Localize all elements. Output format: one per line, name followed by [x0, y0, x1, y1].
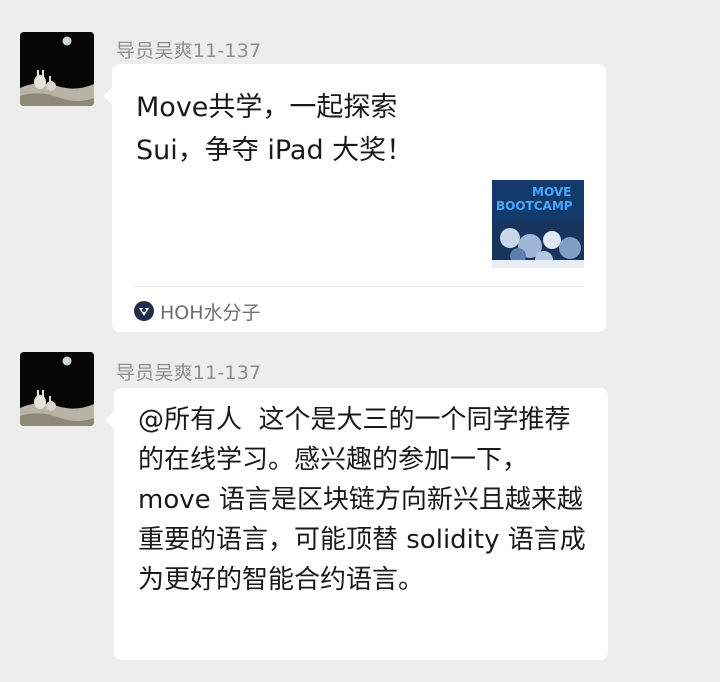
link-card-source-name: HOH水分子	[160, 301, 261, 324]
avatar-image	[20, 352, 94, 426]
link-card-divider	[134, 286, 584, 287]
text-message-content: @所有人 这个是大三的一个同学推荐的在线学习。感兴趣的参加一下，move 语言是…	[138, 405, 586, 595]
link-card-title[interactable]: Move共学，一起探索 Sui，争夺 iPad 大奖！	[136, 86, 466, 172]
hoh-logo-icon	[134, 301, 154, 321]
sender-avatar[interactable]	[20, 32, 94, 106]
sender-name: 导员吴爽11-137	[116, 362, 262, 384]
sender-avatar[interactable]	[20, 352, 94, 426]
link-card-bubble[interactable]: Move共学，一起探索 Sui，争夺 iPad 大奖！ MOVE BOOTCAM…	[103, 64, 606, 332]
link-card-thumbnail[interactable]: MOVE BOOTCAMP	[492, 180, 584, 268]
move-bootcamp-thumbnail-image: MOVE BOOTCAMP	[492, 180, 584, 268]
text-message-bubble[interactable]: @所有人 这个是大三的一个同学推荐的在线学习。感兴趣的参加一下，move 语言是…	[105, 388, 608, 660]
avatar-image	[20, 32, 94, 106]
thumbnail-text-move: MOVE	[532, 185, 571, 199]
sender-name: 导员吴爽11-137	[116, 40, 262, 62]
thumbnail-text-bootcamp: BOOTCAMP	[496, 199, 573, 213]
link-card-source[interactable]: HOH水分子	[134, 296, 261, 326]
